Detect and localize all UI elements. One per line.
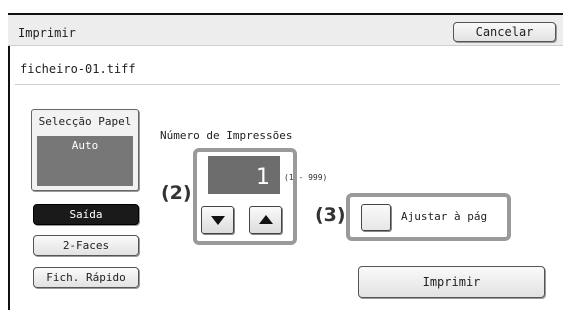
fit-to-page-label: Ajustar à pág bbox=[401, 210, 488, 223]
copies-range: (1 - 999) bbox=[284, 173, 328, 182]
callout-label-3: (3) bbox=[315, 204, 346, 226]
print-button[interactable]: Imprimir bbox=[358, 266, 545, 298]
paper-select-value: Auto bbox=[37, 136, 133, 186]
duplex-button[interactable]: 2-Faces bbox=[33, 235, 139, 256]
output-button[interactable]: Saída bbox=[33, 204, 139, 225]
arrow-up-icon bbox=[258, 215, 273, 224]
copies-label: Número de Impressões bbox=[160, 129, 293, 142]
copies-display: 1 bbox=[208, 156, 280, 194]
callout-label-2: (2) bbox=[161, 182, 192, 204]
arrow-down-icon bbox=[210, 216, 225, 225]
decrement-button[interactable] bbox=[201, 206, 234, 234]
increment-button[interactable] bbox=[249, 206, 282, 234]
quick-file-button[interactable]: Fich. Rápido bbox=[33, 267, 139, 288]
dialog-title: Imprimir bbox=[18, 26, 76, 40]
file-name: ficheiro-01.tiff bbox=[20, 62, 136, 76]
divider bbox=[15, 84, 560, 85]
cancel-button[interactable]: Cancelar bbox=[453, 22, 556, 42]
paper-select-label: Selecção Papel bbox=[38, 115, 132, 128]
fit-to-page-checkbox[interactable] bbox=[361, 204, 391, 231]
paper-select-button[interactable]: Selecção Papel Auto bbox=[31, 109, 139, 191]
